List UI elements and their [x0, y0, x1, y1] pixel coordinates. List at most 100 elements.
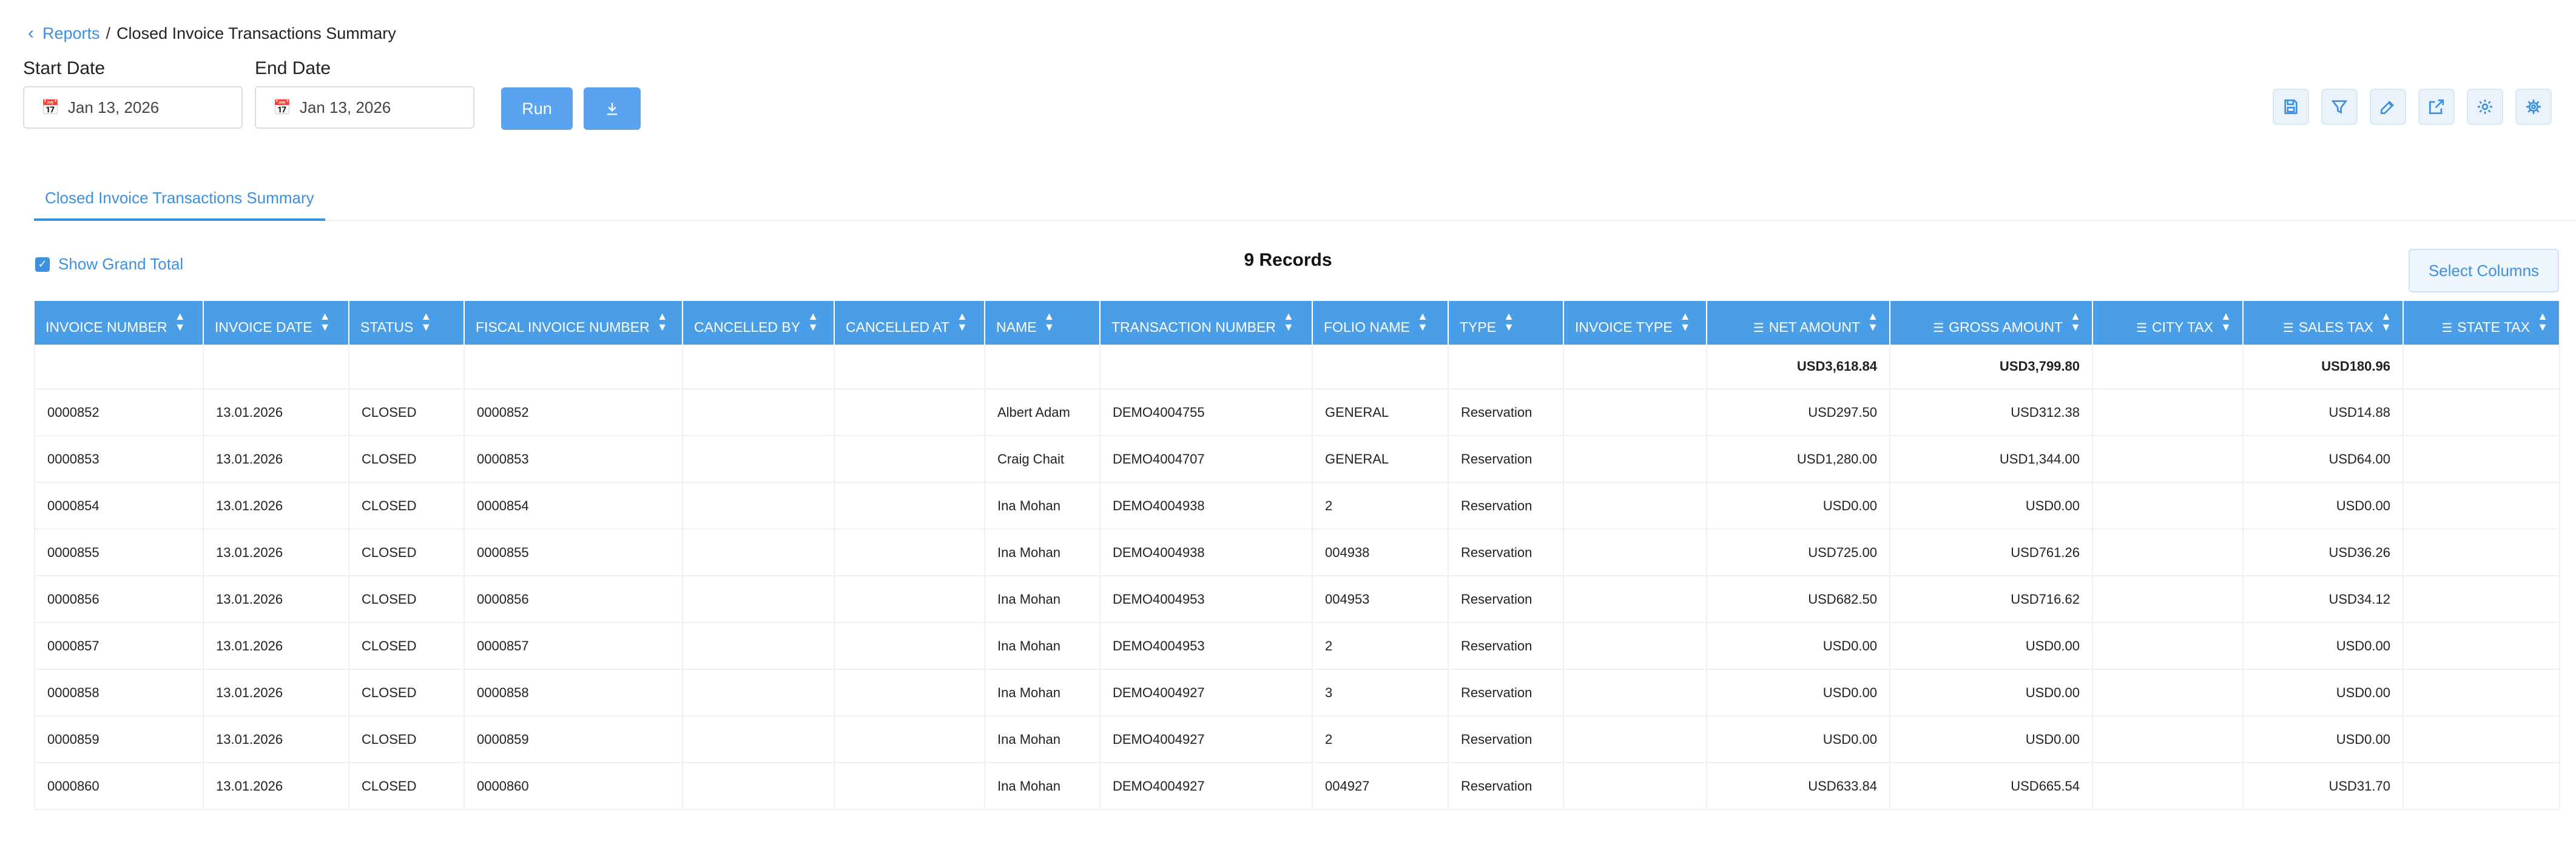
- table-cell: [2403, 529, 2560, 576]
- table-cell: USD0.00: [1890, 716, 2093, 763]
- settings-icon: [2478, 100, 2492, 114]
- table-row: 0000859 13.01.2026 CLOSED 0000859 Ina Mohan D…: [34, 716, 2560, 763]
- settings-button[interactable]: [2467, 89, 2503, 125]
- column-header-name[interactable]: NAME ▲▼: [985, 301, 1101, 345]
- table-cell: 0000853: [34, 436, 204, 483]
- select-columns-button[interactable]: Select Columns: [2409, 249, 2559, 292]
- sort-icon[interactable]: ▲▼: [1503, 310, 1515, 332]
- table-cell: [683, 345, 835, 390]
- advanced-settings-button[interactable]: [2515, 89, 2552, 125]
- table-cell: Ina Mohan: [985, 623, 1101, 670]
- sort-icon[interactable]: ▲▼: [420, 310, 432, 332]
- column-header-cancelled-by[interactable]: CANCELLED BY ▲▼: [683, 301, 835, 345]
- table-cell: 0000853: [464, 436, 683, 483]
- end-date-input[interactable]: 📅 Jan 13, 2026: [255, 86, 474, 129]
- calendar-icon: 📅: [41, 99, 59, 116]
- sort-icon[interactable]: ▲▼: [807, 310, 819, 332]
- table-header-row: INVOICE NUMBER ▲▼ INVOICE DATE ▲▼ STATUS ▲▼ FI…: [35, 301, 2560, 345]
- column-header-label: FOLIO NAME: [1324, 319, 1410, 335]
- column-header-city-tax[interactable]: ☰ CITY TAX ▲▼: [2092, 301, 2244, 345]
- show-grand-total-toggle[interactable]: ✓ Show Grand Total: [35, 255, 183, 274]
- sort-icon[interactable]: ▲▼: [2537, 310, 2549, 332]
- column-header-label: INVOICE NUMBER: [46, 319, 167, 335]
- column-header-invoice-type[interactable]: INVOICE TYPE ▲▼: [1563, 301, 1707, 345]
- table-cell: [349, 345, 465, 390]
- table-cell: [1563, 529, 1707, 576]
- table-cell: 0000855: [464, 529, 683, 576]
- table-cell: [1563, 716, 1707, 763]
- table-cell: 0000857: [464, 623, 683, 670]
- sort-icon[interactable]: ▲▼: [1283, 310, 1295, 332]
- column-header-net-amount[interactable]: ☰ NET AMOUNT ▲▼: [1707, 301, 1890, 345]
- table-cell: DEMO4004953: [1100, 623, 1313, 670]
- table-cell: DEMO4004938: [1100, 529, 1313, 576]
- table-cell: 13.01.2026: [203, 436, 349, 483]
- save-icon: [2284, 100, 2298, 114]
- table-cell: Reservation: [1448, 482, 1564, 530]
- table-cell: [683, 529, 835, 576]
- column-header-type[interactable]: TYPE ▲▼: [1448, 301, 1564, 345]
- save-button[interactable]: [2273, 89, 2309, 125]
- table-cell: Reservation: [1448, 576, 1564, 623]
- start-date-group: Start Date 📅 Jan 13, 2026: [23, 58, 243, 129]
- sort-icon[interactable]: ▲▼: [1043, 310, 1055, 332]
- checkbox-checked-icon[interactable]: ✓: [35, 257, 50, 272]
- list-icon: ☰: [2441, 322, 2453, 335]
- start-date-label: Start Date: [23, 58, 106, 78]
- start-date-input[interactable]: 📅 Jan 13, 2026: [23, 86, 243, 129]
- table-cell: CLOSED: [349, 763, 465, 810]
- column-header-invoice-date[interactable]: INVOICE DATE ▲▼: [203, 301, 349, 345]
- table-cell: [2403, 623, 2560, 670]
- table-cell: [1100, 345, 1313, 390]
- download-icon: [607, 103, 618, 115]
- export-button[interactable]: [2418, 89, 2455, 125]
- sort-icon[interactable]: ▲▼: [174, 310, 186, 332]
- transactions-table: INVOICE NUMBER ▲▼ INVOICE DATE ▲▼ STATUS ▲▼ FI…: [34, 301, 2560, 810]
- table-cell: 0000854: [34, 482, 204, 530]
- table-cell: USD0.00: [1707, 716, 1890, 763]
- table-cell: [834, 623, 985, 670]
- column-header-label: FISCAL INVOICE NUMBER: [476, 319, 650, 335]
- table-cell: [2092, 623, 2244, 670]
- table-cell: DEMO4004927: [1100, 763, 1313, 810]
- column-header-status[interactable]: STATUS ▲▼: [349, 301, 465, 345]
- sort-icon[interactable]: ▲▼: [656, 310, 669, 332]
- column-header-fiscal-invoice-number[interactable]: FISCAL INVOICE NUMBER ▲▼: [464, 301, 683, 345]
- sort-icon[interactable]: ▲▼: [319, 310, 331, 332]
- run-button[interactable]: Run: [501, 87, 573, 130]
- column-header-gross-amount[interactable]: ☰ GROSS AMOUNT ▲▼: [1890, 301, 2093, 345]
- sort-icon[interactable]: ▲▼: [2380, 310, 2392, 332]
- table-cell: [1563, 576, 1707, 623]
- table-cell: DEMO4004927: [1100, 716, 1313, 763]
- sort-icon[interactable]: ▲▼: [2220, 310, 2232, 332]
- column-header-transaction-number[interactable]: TRANSACTION NUMBER ▲▼: [1100, 301, 1313, 345]
- calendar-icon: 📅: [273, 99, 291, 116]
- sort-icon[interactable]: ▲▼: [1867, 310, 1879, 332]
- table-cell: [2403, 345, 2560, 390]
- table-cell: 13.01.2026: [203, 763, 349, 810]
- tab-closed-invoice-transactions-summary[interactable]: Closed Invoice Transactions Summary: [34, 184, 325, 221]
- chevron-left-icon[interactable]: ‹: [28, 23, 34, 44]
- table-cell: 004927: [1312, 763, 1449, 810]
- column-header-invoice-number[interactable]: INVOICE NUMBER ▲▼: [35, 301, 204, 345]
- sort-icon[interactable]: ▲▼: [1679, 310, 1691, 332]
- column-header-cancelled-at[interactable]: CANCELLED AT ▲▼: [834, 301, 985, 345]
- edit-button[interactable]: [2370, 89, 2406, 125]
- column-header-state-tax[interactable]: ☰ STATE TAX ▲▼: [2403, 301, 2560, 345]
- column-header-folio-name[interactable]: FOLIO NAME ▲▼: [1312, 301, 1449, 345]
- table-cell: [1312, 345, 1449, 390]
- table-cell: [683, 716, 835, 763]
- sort-icon[interactable]: ▲▼: [2069, 310, 2082, 332]
- table-cell: Ina Mohan: [985, 716, 1101, 763]
- sort-icon[interactable]: ▲▼: [1417, 310, 1429, 332]
- table-cell: 0000852: [34, 389, 204, 436]
- download-button[interactable]: [584, 87, 641, 130]
- table-cell: [834, 529, 985, 576]
- column-header-sales-tax[interactable]: ☰ SALES TAX ▲▼: [2243, 301, 2404, 345]
- grand-total-row: USD3,618.84 USD3,799.80 USD180.96: [34, 345, 2560, 390]
- table-cell: 0000860: [464, 763, 683, 810]
- breadcrumb-reports-link[interactable]: Reports: [42, 24, 100, 43]
- filter-button[interactable]: [2321, 89, 2358, 125]
- sort-icon[interactable]: ▲▼: [956, 310, 968, 332]
- table-cell: USD761.26: [1890, 529, 2093, 576]
